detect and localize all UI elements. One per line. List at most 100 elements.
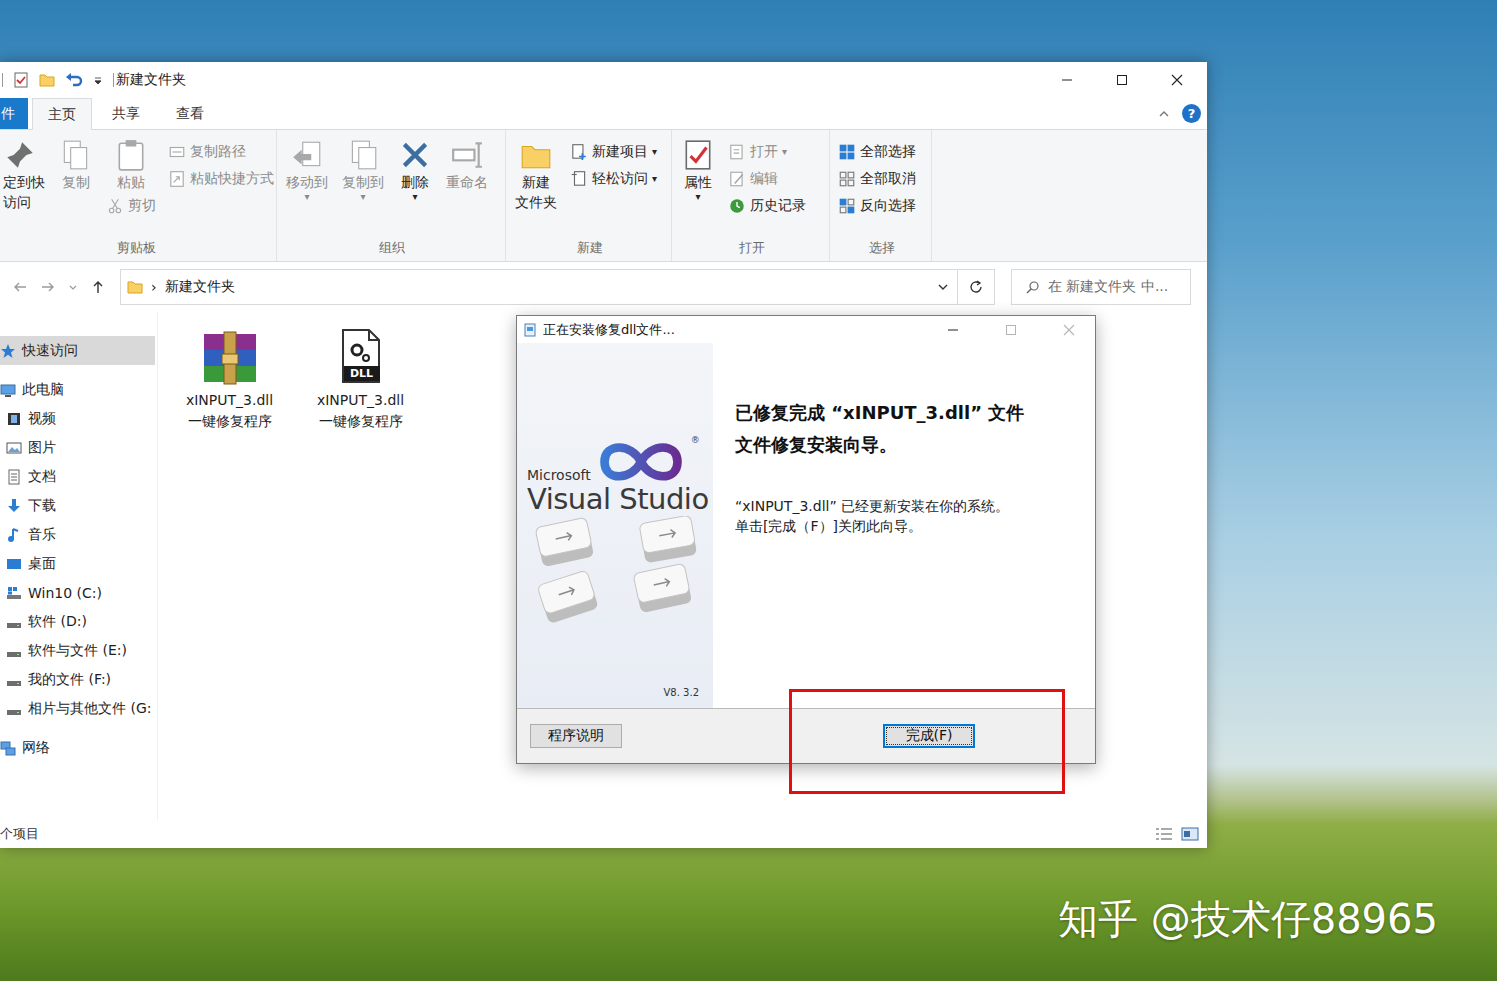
shortcut-icon [168,170,186,188]
minimize-button[interactable] [1039,62,1094,98]
ribbon-small-button[interactable]: 轻松访问▾ [568,165,659,192]
file-item[interactable]: xINPUT_3.dll一键修复程序 [172,328,287,430]
moveto-icon [290,138,324,172]
window-controls [1039,62,1207,98]
toolbar-divider [113,73,114,87]
quick-access-toolbar [0,72,114,88]
nav-item[interactable]: 视频 [0,404,157,433]
ribbon-button[interactable]: 复制到▾ [339,138,387,202]
search-field[interactable]: 在 新建文件夹 中... [1011,269,1191,305]
ribbon-tab[interactable]: 件 [0,98,28,129]
ribbon-tab[interactable]: 主页 [32,98,92,130]
pc-icon [0,382,16,398]
nav-item[interactable]: 快速访问 [0,336,155,365]
refresh-button[interactable] [957,269,995,305]
up-arrow-icon[interactable] [90,279,106,295]
nav-item[interactable]: 图片 [0,433,157,462]
ribbon-button[interactable]: 复制 [56,138,96,192]
status-bar: 个项目 [0,820,1207,848]
ribbon-column: 全部选择全部取消反向选择 [836,138,918,219]
nav-item[interactable]: 下载 [0,491,157,520]
nav-item[interactable]: Win10 (C:) [0,578,157,607]
ribbon-tab[interactable]: 查看 [160,98,220,129]
newitem-icon [570,143,588,161]
finish-button[interactable]: 完成(F) [883,724,975,748]
ribbon-small-button[interactable]: 复制路径 [166,138,276,165]
ribbon-group-label: 新建 [512,239,667,257]
ribbon-small-button[interactable]: 全部选择 [836,138,918,165]
nav-item[interactable]: 文档 [0,462,157,491]
back-arrow-icon[interactable] [12,279,28,295]
minimize-button[interactable] [927,316,979,343]
edit-icon [728,170,746,188]
ribbon-small-button[interactable]: 全部取消 [836,165,918,192]
ribbon-tab[interactable]: 共享 [96,98,156,129]
ribbon-small-button[interactable]: 历史记录 [726,192,808,219]
close-button[interactable] [1149,62,1204,98]
nav-item[interactable]: 相片与其他文件 (G: [0,694,157,723]
ribbon-button[interactable]: 删除▾ [395,138,435,202]
ribbon-button[interactable]: 属性▾ [678,138,718,202]
wizard-content: 已修复完成 “xINPUT_3.dll” 文件文件修复安装向导。“xINPUT_… [713,343,1095,708]
forward-arrow-icon[interactable] [40,279,56,295]
visual-studio-logo: Microsoft® [527,435,701,483]
tiles-view-icon[interactable] [1181,827,1199,841]
keyboard-keys-illustration [527,516,703,646]
paste-icon [114,138,148,172]
ribbon-button[interactable]: 新建文件夹 [512,138,560,213]
nav-item[interactable]: 我的文件 (F:) [0,665,157,694]
logo-product-name: Visual Studio [527,483,701,516]
maximize-button[interactable] [1094,62,1149,98]
address-bar[interactable]: ›新建文件夹 [120,269,958,305]
selectnone-icon [838,170,856,188]
nav-item[interactable]: 此电脑 [0,375,157,404]
drive-icon [6,643,22,659]
undo-icon[interactable] [65,72,83,88]
delete-icon [398,138,432,172]
dialog-title: 正在安装修复dll文件... [543,321,921,339]
doc-icon [6,469,22,485]
ribbon-button[interactable]: 重命名 [443,138,491,192]
collapse-ribbon-icon[interactable] [1158,108,1170,120]
ribbon-small-button[interactable]: 剪切 [104,192,158,219]
ribbon-column: 新建文件夹 [512,138,560,213]
history-icon [728,197,746,215]
ribbon-small-button[interactable]: 编辑 [726,165,808,192]
repair-wizard-dialog[interactable]: 正在安装修复dll文件...Microsoft®Visual StudioV8.… [516,315,1096,764]
nav-item[interactable]: 软件与文件 (E:) [0,636,157,665]
ribbon-button[interactable]: 移动到▾ [283,138,331,202]
nav-item[interactable]: 桌面 [0,549,157,578]
details-view-icon[interactable] [1155,827,1173,841]
rename-icon [450,138,484,172]
ribbon-small-button[interactable]: 新建项目▾ [568,138,659,165]
minimize-icon [945,322,961,338]
help-button[interactable]: ? [1182,104,1201,123]
newfolder-icon [519,138,553,172]
nav-item[interactable]: 软件 (D:) [0,607,157,636]
customize-dropdown-icon[interactable] [93,75,103,85]
star-icon [0,343,16,359]
copy-icon [59,138,93,172]
invert-icon [838,197,856,215]
folder-icon[interactable] [39,72,55,88]
nav-item[interactable]: 网络 [0,733,157,762]
ribbon-group: 全部选择全部取消反向选择选择 [830,130,932,261]
ribbon-small-button[interactable]: 粘贴快捷方式 [166,165,276,192]
nav-item[interactable]: 音乐 [0,520,157,549]
ribbon-small-button[interactable]: 反向选择 [836,192,918,219]
path-segment[interactable]: 新建文件夹 [165,278,929,296]
desktop: 新建文件夹件主页共享查看?定到快访问复制粘贴剪切复制路径粘贴快捷方式剪贴板移动到… [0,0,1497,981]
selectall-icon [838,143,856,161]
properties-check-icon[interactable] [13,72,29,88]
ribbon-column: 打开▾编辑历史记录 [726,138,808,219]
readme-button[interactable]: 程序说明 [530,724,622,748]
file-item[interactable]: DLLxINPUT_3.dll一键修复程序 [303,328,418,430]
ribbon-button[interactable]: 定到快访问 [0,138,48,213]
copypath-icon [168,143,186,161]
ribbon-button[interactable]: 粘贴 [104,138,158,192]
ribbon-group-label: 选择 [836,239,927,257]
folder-icon [127,279,143,295]
chevron-down-icon[interactable] [937,281,949,293]
ribbon-small-button[interactable]: 打开▾ [726,138,808,165]
recent-dropdown-icon[interactable] [68,282,78,292]
